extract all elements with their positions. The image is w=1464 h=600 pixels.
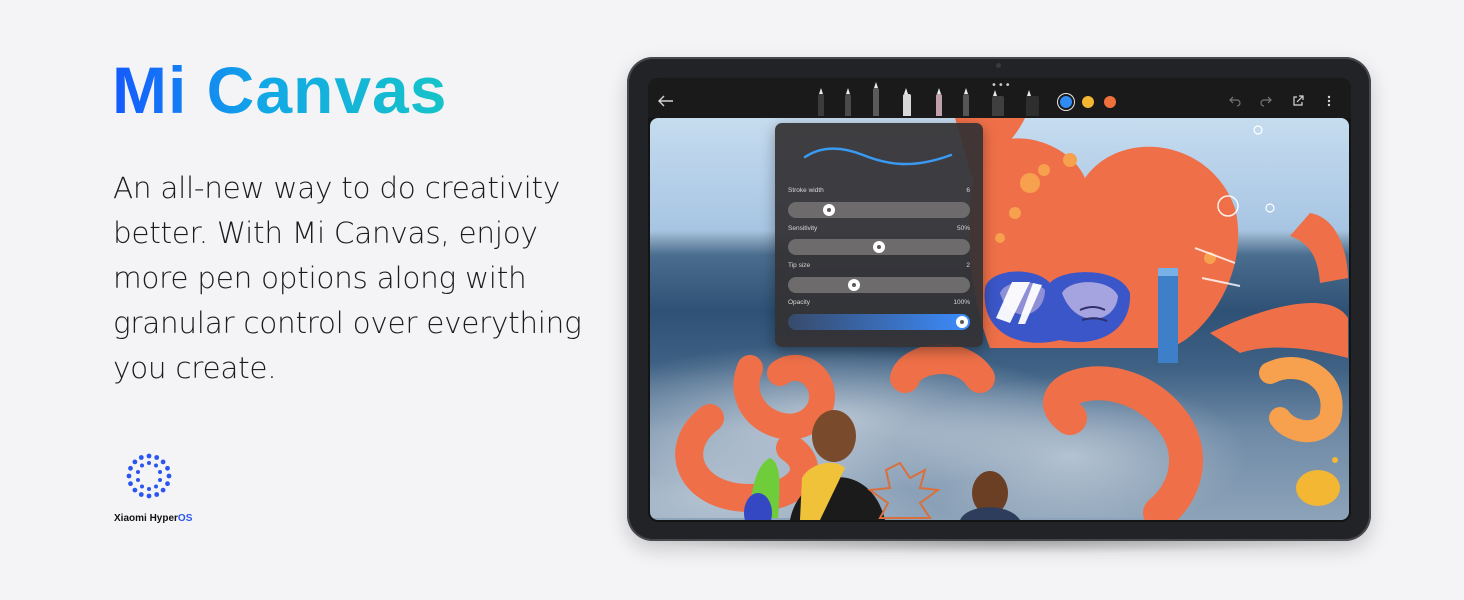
color-swatch-yellow[interactable] — [1082, 96, 1094, 108]
octopus-illustration — [675, 118, 1348, 520]
stroke-width-value: 6 — [966, 187, 970, 194]
brand-name: Xiaomi HyperOS — [114, 513, 192, 524]
stroke-preview — [803, 147, 953, 166]
opacity-slider[interactable] — [788, 314, 970, 330]
brush-tool[interactable] — [873, 82, 879, 116]
sensitivity-value: 50% — [956, 225, 970, 232]
camera-icon — [996, 63, 1001, 68]
calligraphy-tool[interactable] — [992, 90, 1004, 116]
marker-tool[interactable] — [903, 88, 911, 116]
stroke-settings-panel: Stroke width 6 Sensitivity 50% Tip size … — [775, 123, 983, 347]
fine-pen-tool[interactable] — [963, 88, 969, 116]
drag-handle[interactable]: ••• — [991, 81, 1012, 91]
feature-description: An all-new way to do creativity better. … — [113, 171, 582, 385]
back-arrow-icon[interactable] — [658, 95, 674, 107]
more-vert-icon[interactable] — [1327, 95, 1331, 107]
sensitivity-knob[interactable] — [873, 241, 885, 253]
drawing-toolbar: ••• — [648, 78, 1351, 118]
page-title: Mi Canvas — [112, 53, 448, 127]
tip-size-slider[interactable] — [788, 277, 970, 293]
sensitivity-label: Sensitivity — [788, 225, 818, 232]
hyperos-logo-icon — [126, 453, 172, 499]
tablet-screen: ••• Stroke width 6 Sensitivity 50% Tip s… — [648, 78, 1351, 522]
tip-size-value: 2 — [966, 262, 970, 269]
stroke-width-label: Stroke width — [788, 187, 824, 194]
tip-size-label: Tip size — [788, 262, 811, 269]
redo-icon[interactable] — [1260, 95, 1272, 107]
xiaomi-hyperos-logo: Xiaomi HyperOS — [113, 452, 203, 532]
pencil-tool[interactable] — [818, 88, 824, 116]
brand-name-accent: OS — [177, 513, 193, 524]
opacity-value: 100% — [953, 299, 970, 306]
color-swatch-blue[interactable] — [1060, 96, 1072, 108]
eraser-tool[interactable] — [1026, 90, 1039, 116]
drawing-canvas[interactable]: Stroke width 6 Sensitivity 50% Tip size … — [650, 118, 1349, 520]
opacity-knob[interactable] — [956, 316, 968, 328]
tip-size-knob[interactable] — [848, 279, 861, 291]
fountain-pen-tool[interactable] — [845, 88, 851, 116]
undo-icon[interactable] — [1229, 95, 1241, 107]
stroke-width-slider[interactable] — [788, 202, 970, 218]
crayon-tool[interactable] — [936, 88, 942, 116]
stroke-width-knob[interactable] — [823, 204, 836, 216]
opacity-label: Opacity — [788, 299, 811, 306]
brand-name-main: Xiaomi Hyper — [114, 513, 178, 524]
color-swatch-orange[interactable] — [1104, 96, 1116, 108]
sensitivity-slider[interactable] — [788, 239, 970, 255]
share-icon[interactable] — [1292, 95, 1304, 107]
